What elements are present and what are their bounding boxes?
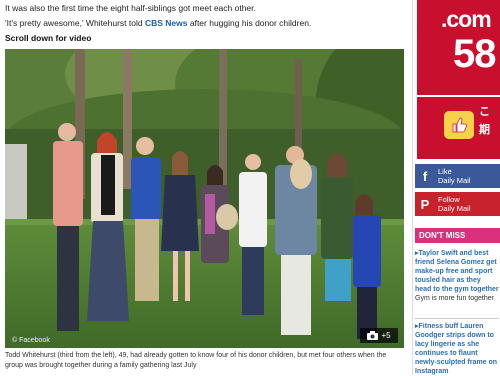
ad-banner-bottom: こ 期 bbox=[417, 95, 500, 159]
ad-domain-text: .com bbox=[441, 6, 492, 32]
gallery-button[interactable]: +5 bbox=[360, 328, 398, 343]
article-paragraph-2: 'It's pretty awesome,' Whitehurst told C… bbox=[5, 18, 311, 29]
pinterest-target: Daily Mail bbox=[438, 204, 471, 213]
facebook-icon: f bbox=[422, 168, 428, 184]
facebook-like-button[interactable]: f Like Daily Mail bbox=[415, 164, 500, 188]
story-headline[interactable]: ▸Taylor Swift and best friend Selena Gom… bbox=[415, 249, 499, 294]
pinterest-action: Follow bbox=[438, 195, 460, 204]
story-divider bbox=[415, 318, 499, 319]
pinterest-follow-button[interactable]: P Follow Daily Mail bbox=[415, 192, 500, 216]
story-subtext: Gym is more fun together bbox=[415, 295, 494, 302]
facebook-action: Like bbox=[438, 167, 452, 176]
dont-miss-header: DON'T MISS bbox=[415, 228, 500, 243]
article-paragraph-1: It was also the first time the eight hal… bbox=[5, 3, 256, 13]
gallery-count: +5 bbox=[381, 331, 391, 340]
article-column: It was also the first time the eight hal… bbox=[0, 0, 412, 375]
scroll-down-label: Scroll down for video bbox=[5, 33, 92, 43]
quote-tail: after hugging his donor children. bbox=[187, 18, 312, 28]
ad-number: 58 bbox=[453, 32, 496, 76]
ad-banner-top: .com 58 bbox=[417, 0, 500, 95]
dont-miss-story-1[interactable]: ▸Taylor Swift and best friend Selena Gom… bbox=[415, 249, 499, 303]
camera-icon bbox=[367, 331, 379, 340]
ad-jp-text-2: 期 bbox=[479, 124, 490, 136]
photo-caption: Todd Whitehurst (third from the left), 4… bbox=[5, 352, 387, 369]
quote-text: 'It's pretty awesome,' Whitehurst told bbox=[5, 18, 145, 28]
dont-miss-story-2[interactable]: ▸Fitness buff Lauren Goodger strips down… bbox=[415, 322, 499, 376]
ad-jp-text-1: こ bbox=[479, 106, 490, 118]
story-headline[interactable]: ▸Fitness buff Lauren Goodger strips down… bbox=[415, 322, 499, 376]
photo-credit: © Facebook bbox=[12, 337, 50, 344]
cbs-news-link[interactable]: CBS News bbox=[145, 18, 188, 28]
family-photo[interactable]: © Facebook +5 bbox=[5, 49, 404, 348]
right-sidebar: .com 58 こ 期 f Like Daily Mail P Follow Dai… bbox=[412, 0, 500, 375]
thumbs-up-icon bbox=[444, 111, 474, 139]
pinterest-icon: P bbox=[420, 196, 430, 212]
advertisement[interactable]: .com 58 こ 期 bbox=[417, 0, 500, 159]
facebook-target: Daily Mail bbox=[438, 176, 471, 185]
